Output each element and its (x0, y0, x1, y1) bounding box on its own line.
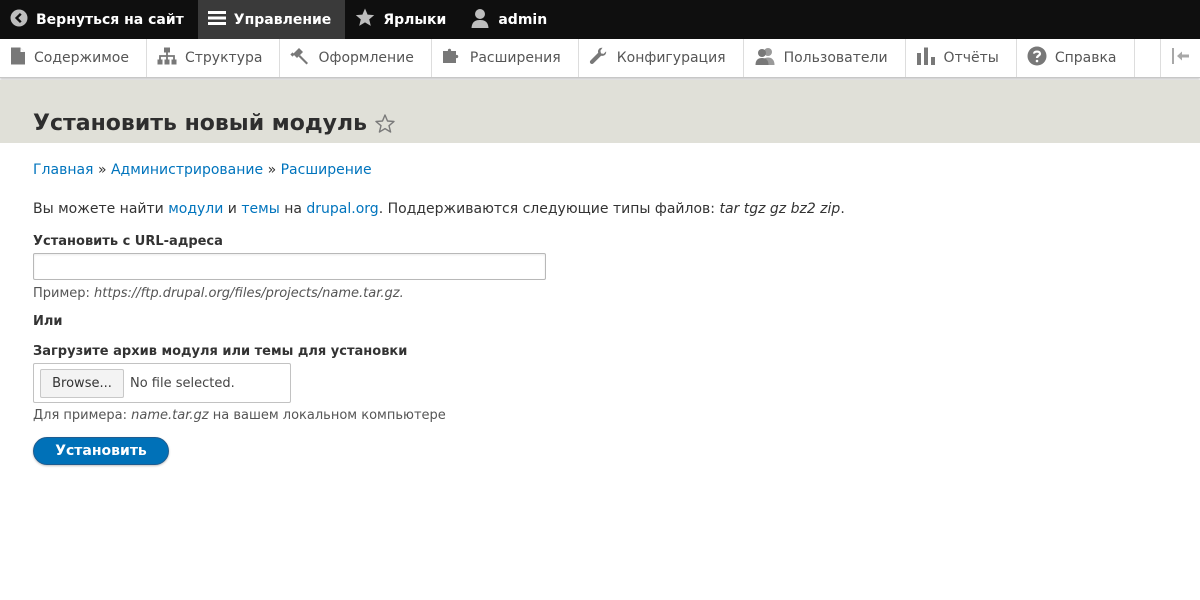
menu-item-label: Отчёты (943, 50, 999, 66)
url-description: Пример: https://ftp.drupal.org/files/pro… (33, 286, 404, 301)
menu-item-label: Конфигурация (616, 50, 726, 66)
admin-toolbar: Вернуться на сайт Управление Ярлыки admi… (0, 0, 1200, 39)
tab-user-label: admin (498, 11, 548, 28)
themes-link[interactable]: темы (241, 201, 279, 217)
back-to-site-label: Вернуться на сайт (36, 11, 184, 28)
help-icon (1027, 46, 1055, 70)
browse-button[interactable]: Browse... (40, 369, 124, 398)
menu-item-help[interactable]: Справка (1017, 39, 1135, 77)
help-text: Вы можете найти модули и темы на drupal.… (33, 201, 845, 217)
page-title: Установить новый модуль (33, 111, 395, 136)
breadcrumb-home-link[interactable]: Главная (33, 162, 93, 178)
menu-item-label: Оформление (318, 50, 414, 66)
url-field-label: Установить с URL-адреса (33, 234, 223, 249)
url-input[interactable] (33, 253, 546, 280)
menu-item-label: Справка (1054, 50, 1117, 66)
install-button[interactable]: Установить (33, 437, 169, 465)
menu-item-label: Структура (184, 50, 263, 66)
chevron-left-icon (10, 9, 36, 31)
admin-menu-tray: Содержимое Структура Оформление Расширен… (0, 39, 1200, 78)
back-to-site-link[interactable]: Вернуться на сайт (0, 0, 198, 39)
breadcrumb-extend-link[interactable]: Расширение (281, 162, 372, 178)
file-upload-field[interactable]: Browse... No file selected. (33, 363, 291, 403)
breadcrumb-separator: » (267, 162, 277, 178)
tab-shortcuts-label: Ярлыки (383, 11, 447, 28)
tab-user[interactable]: admin (460, 0, 561, 39)
user-icon (470, 8, 498, 32)
star-icon (355, 8, 383, 31)
menu-item-reports[interactable]: Отчёты (906, 39, 1017, 77)
file-types: tar tgz gz bz2 zip (719, 201, 841, 217)
paintbrush-icon (290, 47, 318, 69)
add-shortcut-star-icon[interactable] (375, 114, 395, 133)
wrench-icon (589, 47, 617, 69)
menu-item-people[interactable]: Пользователи (744, 39, 906, 77)
breadcrumb: Главная » Администрирование » Расширение (33, 162, 372, 178)
tab-manage[interactable]: Управление (197, 0, 346, 39)
page-title-text: Установить новый модуль (33, 111, 368, 136)
collapse-arrow-icon (1171, 47, 1191, 69)
people-icon (754, 47, 784, 69)
hamburger-icon (207, 10, 234, 30)
tab-manage-label: Управление (233, 11, 332, 28)
collapse-tray-button[interactable] (1160, 39, 1200, 77)
menu-item-appearance[interactable]: Оформление (280, 39, 432, 77)
tab-shortcuts[interactable]: Ярлыки (345, 0, 460, 39)
menu-item-configuration[interactable]: Конфигурация (579, 39, 744, 77)
structure-icon (157, 47, 185, 69)
puzzle-icon (442, 47, 470, 69)
drupal-org-link[interactable]: drupal.org (306, 201, 378, 217)
menu-item-label: Содержимое (34, 50, 129, 66)
menu-item-extend[interactable]: Расширения (432, 39, 579, 77)
file-icon (10, 47, 34, 69)
menu-item-label: Расширения (469, 50, 561, 66)
breadcrumb-admin-link[interactable]: Администрирование (111, 162, 263, 178)
upload-description: Для примера: name.tar.gz на вашем локаль… (33, 408, 446, 423)
menu-item-label: Пользователи (783, 50, 888, 66)
or-label: Или (33, 314, 63, 329)
bar-chart-icon (916, 47, 944, 69)
breadcrumb-separator: » (97, 162, 107, 178)
upload-field-label: Загрузите архив модуля или темы для уста… (33, 344, 408, 359)
menu-item-structure[interactable]: Структура (147, 39, 281, 77)
file-status: No file selected. (130, 376, 235, 391)
modules-link[interactable]: модули (168, 201, 223, 217)
menu-item-content[interactable]: Содержимое (0, 39, 147, 77)
